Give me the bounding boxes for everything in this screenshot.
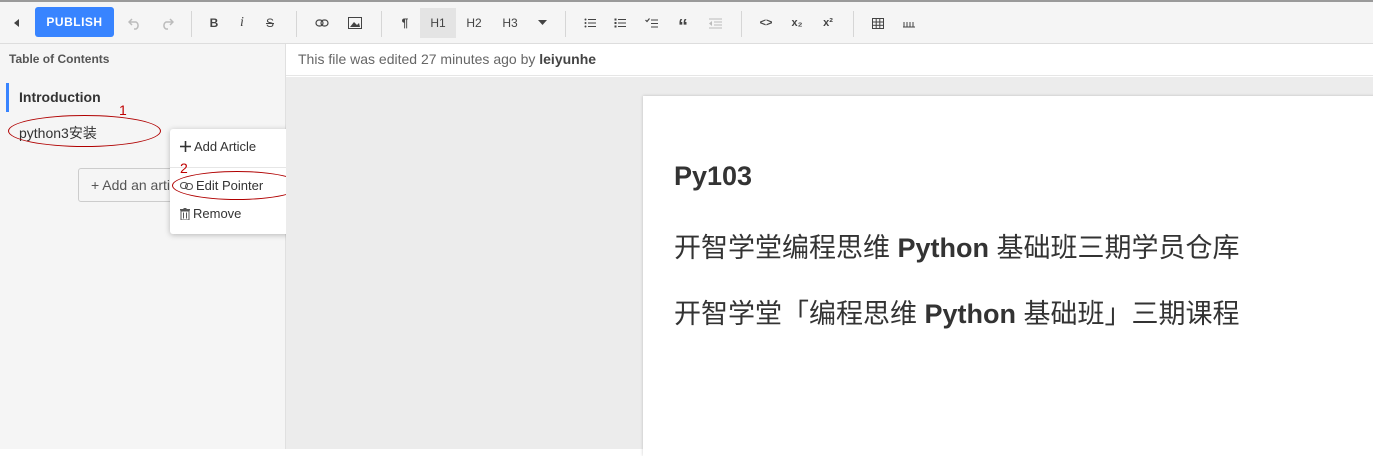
heading-text: 基础班」三期课程 [1016, 299, 1240, 329]
heading-text-bold: Python [924, 299, 1017, 329]
more-headings-button[interactable] [535, 8, 549, 38]
toc-title: Table of Contents [9, 52, 110, 66]
insert-math-button[interactable] [900, 8, 918, 38]
bold-button[interactable]: B [206, 8, 222, 38]
document-title[interactable]: Py103 [674, 161, 752, 192]
publish-button[interactable]: PUBLISH [35, 7, 114, 37]
toc-sidebar: Table of Contents Introduction python3安装… [0, 44, 286, 449]
redo-icon [163, 18, 174, 30]
bullet-list-icon [584, 18, 596, 28]
caret-left-icon [14, 19, 19, 27]
toc-item-python3[interactable]: python3安装 [19, 123, 97, 143]
document-heading-2[interactable]: 开智学堂「编程思维 Python 基础班」三期课程 [674, 292, 1240, 331]
toc-item-introduction[interactable]: Introduction [6, 83, 166, 112]
checklist-icon [644, 18, 658, 28]
italic-button[interactable]: i [234, 8, 250, 38]
heading-2-button[interactable]: H2 [461, 8, 487, 38]
heading-text-bold: Python [897, 233, 990, 263]
heading-1-button[interactable]: H1 [420, 8, 456, 38]
outdent-icon [708, 18, 722, 28]
toolbar-divider [853, 11, 854, 37]
edit-status-user[interactable]: leiyunhe [539, 51, 596, 67]
heading-text: 开智学堂编程思维 [674, 233, 898, 263]
insert-image-button[interactable] [346, 8, 364, 38]
ruler-icon [903, 21, 915, 27]
edit-status-bar: This file was edited 27 minutes ago by l… [286, 44, 1373, 76]
plus-icon [180, 141, 191, 152]
annotation-number-1: 1 [119, 102, 127, 118]
image-icon [348, 17, 362, 29]
toolbar-divider [741, 11, 742, 37]
heading-3-button[interactable]: H3 [497, 8, 523, 38]
table-icon [872, 17, 884, 29]
numbered-list-button[interactable] [612, 8, 628, 38]
toolbar-divider [381, 11, 382, 37]
menu-item-label: Edit Pointer [196, 178, 264, 193]
menu-item-add-article[interactable]: Add Article [180, 139, 256, 154]
redo-button[interactable] [158, 8, 176, 38]
code-button[interactable]: <> [756, 8, 776, 38]
link-icon [180, 181, 193, 190]
document-heading-1[interactable]: 开智学堂编程思维 Python 基础班三期学员仓库 [674, 226, 1240, 265]
document-page[interactable] [643, 96, 1373, 456]
menu-item-remove[interactable]: Remove [180, 206, 241, 221]
blockquote-button[interactable]: “ [675, 8, 691, 38]
undo-icon [128, 18, 139, 30]
annotation-number-2: 2 [180, 160, 188, 176]
caret-down-icon [537, 20, 547, 25]
outdent-button[interactable] [707, 8, 723, 38]
insert-table-button[interactable] [869, 8, 887, 38]
menu-item-label: Add Article [194, 139, 257, 154]
numbered-list-icon [614, 18, 626, 28]
heading-text: 开智学堂「编程思维 [674, 299, 925, 329]
toolbar-divider [296, 11, 297, 37]
strikethrough-button[interactable]: S [262, 8, 278, 38]
menu-item-edit-pointer[interactable]: Edit Pointer [180, 178, 263, 193]
trash-icon [180, 207, 190, 220]
subscript-button[interactable]: x₂ [787, 8, 807, 38]
undo-button[interactable] [126, 8, 144, 38]
edit-status-text: This file was edited 27 minutes ago by [298, 51, 536, 67]
task-list-button[interactable] [643, 8, 659, 38]
insert-link-button[interactable] [313, 8, 331, 38]
editor-toolbar: PUBLISH B i S ¶ H1 H2 H3 “ <> x₂ x² [0, 0, 1373, 44]
heading-text: 基础班三期学员仓库 [989, 233, 1240, 263]
superscript-button[interactable]: x² [818, 8, 838, 38]
bulleted-list-button[interactable] [582, 8, 598, 38]
menu-item-label: Remove [193, 206, 242, 221]
link-icon [315, 19, 329, 27]
paragraph-button[interactable]: ¶ [396, 8, 414, 38]
toolbar-divider [565, 11, 566, 37]
collapse-sidebar-button[interactable] [8, 8, 26, 38]
toolbar-divider [191, 11, 192, 37]
